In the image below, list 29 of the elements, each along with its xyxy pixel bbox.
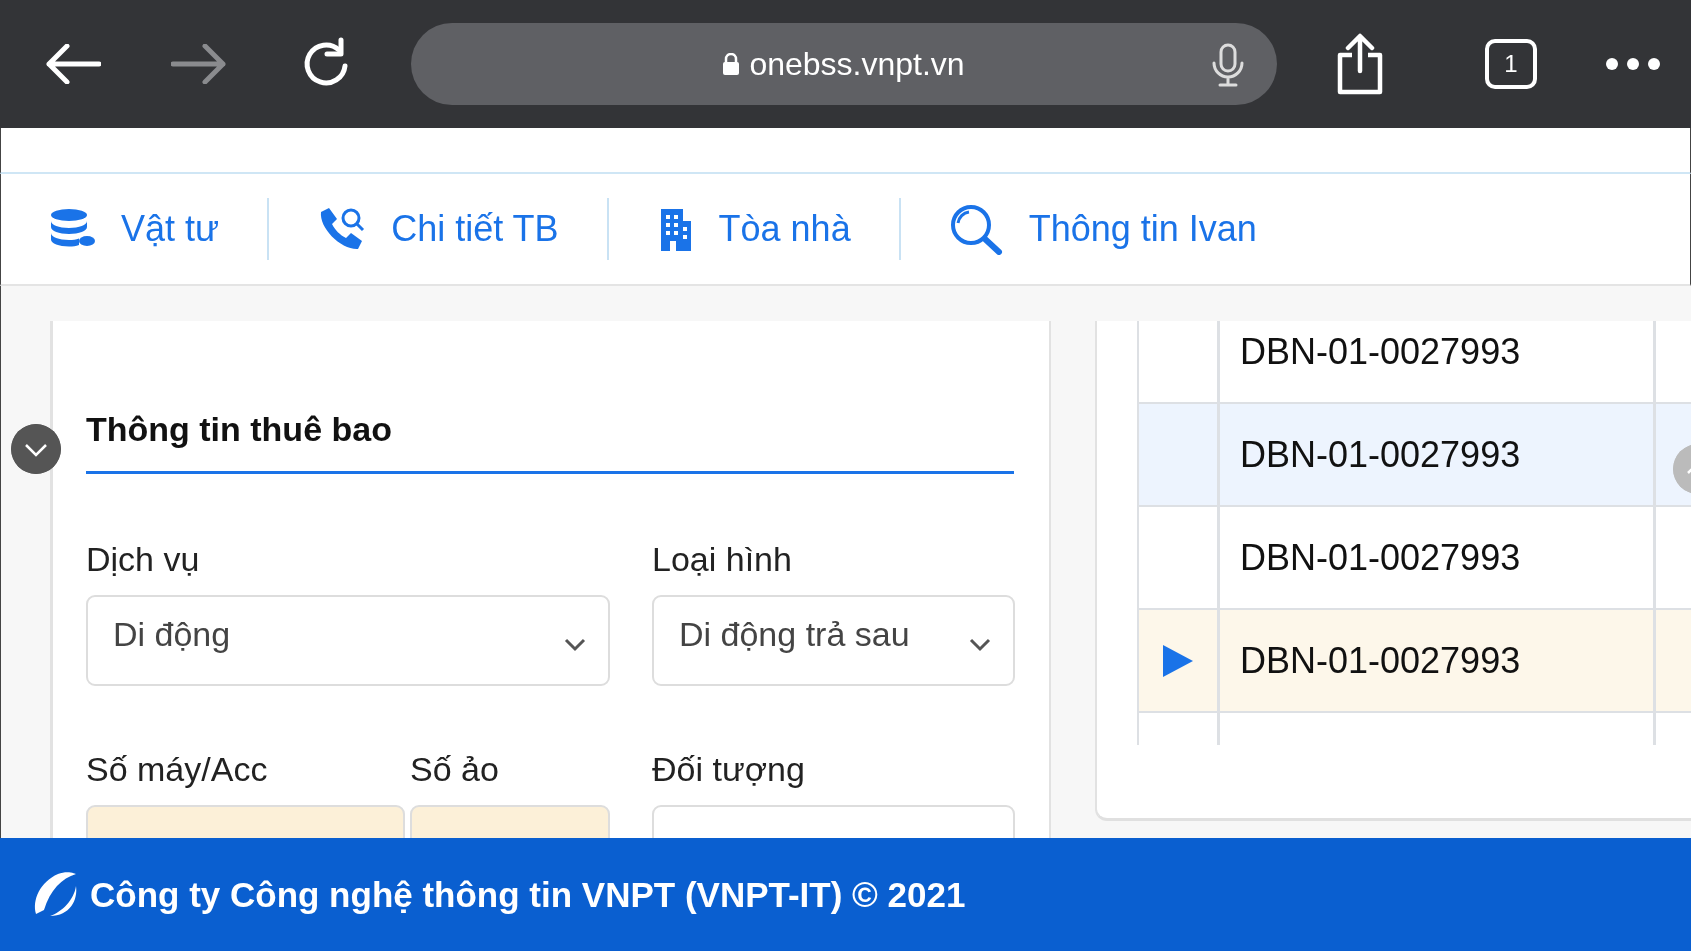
- dropdown[interactable]: Di động trả sau: [652, 595, 1015, 686]
- field-label: Dịch vụ: [86, 539, 201, 580]
- nav-tab[interactable]: Tòa nhà: [608, 207, 899, 251]
- lock-icon: [723, 53, 740, 75]
- expand-button[interactable]: [11, 424, 61, 474]
- url-text: onebss.vnpt.vn: [749, 45, 965, 83]
- back-icon[interactable]: [45, 44, 101, 84]
- table-row[interactable]: DBN-01-0027993: [1139, 610, 1691, 713]
- current-row-icon: [1163, 644, 1193, 677]
- more-icon[interactable]: [1605, 57, 1661, 71]
- field-label: Số ảo: [410, 749, 500, 790]
- chevron-down-icon: [969, 637, 991, 652]
- section-title: Thông tin thuê bao: [86, 321, 1014, 474]
- field-label: Số máy/Acc: [86, 749, 269, 790]
- table-row[interactable]: DBN-01-0027993: [1139, 404, 1691, 507]
- search-icon: [948, 203, 1003, 255]
- microphone-icon[interactable]: [1211, 43, 1245, 87]
- nav-tab[interactable]: Vật tư: [1, 208, 268, 250]
- field-label: Loại hình: [652, 539, 793, 580]
- field-label: Đối tượng: [652, 749, 806, 790]
- dropdown[interactable]: Di động: [86, 595, 610, 686]
- nav-tab[interactable]: Chi tiết TB: [269, 206, 607, 252]
- tab-count-button[interactable]: 1: [1485, 39, 1537, 89]
- chevron-down-icon: [564, 637, 586, 652]
- table-cell: DBN-01-0027993: [1220, 610, 1656, 711]
- table-cell: DBN-01-0027993: [1220, 404, 1656, 505]
- nav-tab[interactable]: Thông tin Ivan: [900, 203, 1305, 255]
- address-bar[interactable]: onebss.vnpt.vn: [411, 23, 1277, 105]
- footer-text: Công ty Công nghệ thông tin VNPT (VNPT-IT) © 2021: [90, 874, 966, 915]
